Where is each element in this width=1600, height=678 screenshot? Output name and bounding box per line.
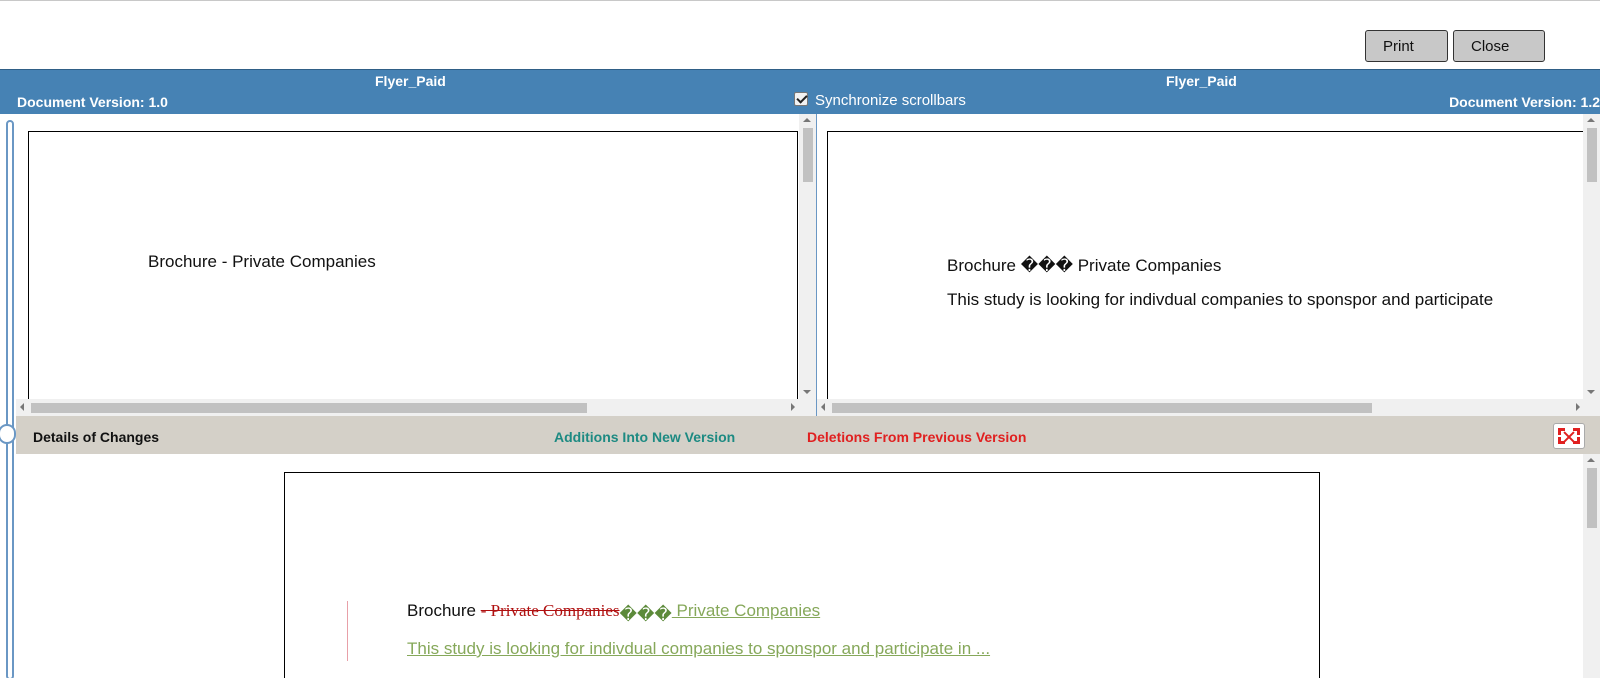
top-toolbar: Print Close (0, 0, 1600, 69)
splitter-handle[interactable] (0, 424, 16, 444)
scroll-up-arrow-icon[interactable] (1587, 458, 1595, 462)
details-of-changes-bar: Details of Changes Additions Into New Ve… (16, 416, 1600, 454)
deleted-text: - Private Companies (480, 601, 620, 620)
right-document-pane: Brochure ��� Private Companies This stud… (816, 114, 1600, 416)
scroll-thumb[interactable] (832, 403, 1372, 413)
left-horizontal-scrollbar[interactable] (16, 399, 799, 416)
scroll-down-arrow-icon[interactable] (1587, 390, 1595, 394)
change-marker (347, 601, 348, 661)
compare-header: Flyer_Paid Flyer_Paid Document Version: … (0, 69, 1600, 114)
expand-icon[interactable] (1553, 423, 1585, 449)
right-document-line: Brochure ��� Private Companies (947, 256, 1222, 275)
right-vertical-scrollbar[interactable] (1583, 114, 1600, 416)
additions-legend: Additions Into New Version (554, 429, 736, 445)
left-vertical-scrollbar[interactable] (799, 114, 816, 416)
print-button[interactable]: Print (1365, 30, 1448, 62)
changes-compare-pane: Brochure - Private Companies��� Private … (16, 454, 1600, 678)
left-document-pane: Brochure - Private Companies (16, 114, 816, 416)
scroll-down-arrow-icon[interactable] (803, 390, 811, 394)
splitter-rail (0, 114, 16, 678)
right-document-page: Brochure ��� Private Companies This stud… (827, 131, 1597, 399)
scroll-left-arrow-icon[interactable] (20, 403, 24, 411)
scroll-thumb[interactable] (31, 403, 587, 413)
compare-document-page: Brochure - Private Companies��� Private … (284, 472, 1320, 678)
synchronize-scrollbars-checkbox[interactable] (794, 91, 808, 106)
deletions-legend: Deletions From Previous Version (807, 429, 1027, 445)
left-document-page: Brochure - Private Companies (28, 131, 798, 399)
added-text: This study is looking for indivdual comp… (407, 639, 991, 658)
scroll-thumb[interactable] (803, 128, 813, 182)
scroll-up-arrow-icon[interactable] (803, 118, 811, 122)
right-document-title: Flyer_Paid (1166, 73, 1237, 89)
right-document-version: Document Version: 1.2 (1449, 94, 1600, 110)
scroll-up-arrow-icon[interactable] (1587, 118, 1595, 122)
synchronize-scrollbars-label: Synchronize scrollbars (815, 92, 966, 109)
left-document-title: Flyer_Paid (375, 73, 446, 89)
compare-line: This study is looking for indivdual comp… (407, 639, 990, 659)
left-document-version: Document Version: 1.0 (17, 94, 168, 110)
scroll-right-arrow-icon[interactable] (791, 403, 795, 411)
scroll-thumb[interactable] (1587, 468, 1597, 528)
compare-line: Brochure - Private Companies��� Private … (407, 601, 821, 624)
scroll-right-arrow-icon[interactable] (1576, 403, 1580, 411)
left-document-line: Brochure - Private Companies (148, 252, 376, 271)
splitter-track (6, 120, 14, 678)
document-compare-window: Print Close Flyer_Paid Flyer_Paid Docume… (0, 0, 1600, 678)
scroll-left-arrow-icon[interactable] (821, 403, 825, 411)
added-text: Private Companies (671, 601, 821, 620)
close-button[interactable]: Close (1453, 30, 1545, 62)
scroll-thumb[interactable] (1587, 128, 1597, 182)
right-horizontal-scrollbar[interactable] (817, 399, 1584, 416)
compare-vertical-scrollbar[interactable] (1583, 454, 1600, 678)
added-glyphs: ��� (619, 605, 672, 624)
details-of-changes-label: Details of Changes (33, 429, 160, 445)
unchanged-text: Brochure (407, 601, 481, 620)
synchronize-scrollbars-toggle[interactable]: Synchronize scrollbars (794, 91, 966, 109)
right-document-line: This study is looking for indivdual comp… (947, 290, 1494, 309)
